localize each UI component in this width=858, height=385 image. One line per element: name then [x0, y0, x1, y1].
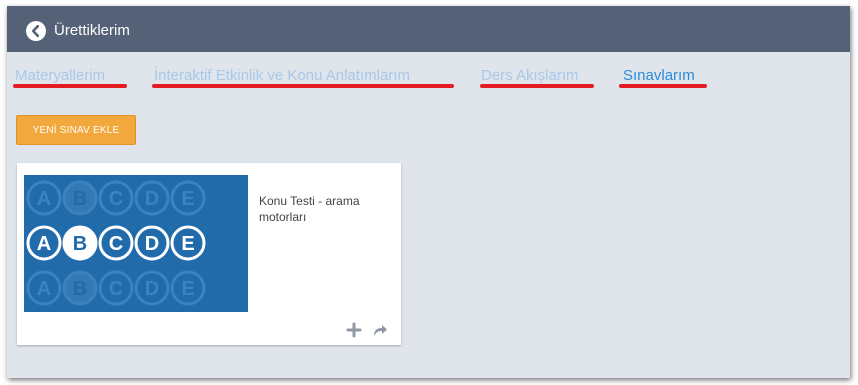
tab-ders-akislarim[interactable]: Ders Akışlarım — [481, 66, 579, 86]
answer-letter-e: E — [181, 188, 194, 210]
answer-letter-a: A — [37, 278, 51, 300]
tab-sinavlarim[interactable]: Sınavlarım — [623, 66, 695, 86]
plus-icon[interactable] — [345, 321, 363, 339]
answer-letter-c: C — [109, 188, 123, 210]
answer-letter-d: D — [145, 233, 159, 255]
tab-underline-interaktif — [152, 84, 454, 88]
multiple-choice-bubbles-icon: A B C D EA B C D EA B C D E — [26, 180, 206, 306]
exam-card[interactable]: ABCDEABCDEABCDE Konu Testi - arama motor… — [17, 163, 401, 345]
tab-interaktif-etkinlik[interactable]: İnteraktif Etkinlik ve Konu Anlatımlarım — [154, 66, 410, 86]
answer-letter-a: A — [37, 188, 51, 210]
add-exam-button[interactable]: YENİ SINAV EKLE — [16, 115, 136, 145]
answer-letter-e: E — [181, 278, 194, 300]
answer-letter-b: B — [73, 188, 87, 210]
answer-letter-a: A — [37, 233, 51, 255]
tab-underline-materyallerim — [13, 84, 127, 88]
share-arrow-icon[interactable] — [371, 321, 389, 339]
page-title: Ürettiklerim — [54, 22, 130, 39]
answer-letter-c: C — [109, 233, 123, 255]
tab-underline-sinavlarim — [619, 84, 707, 88]
answer-letter-b: B — [73, 278, 87, 300]
tab-materyallerim[interactable]: Materyallerim — [15, 66, 105, 86]
exam-title[interactable]: Konu Testi - arama motorları — [259, 193, 394, 225]
exam-thumbnail: ABCDEABCDEABCDE — [24, 175, 248, 312]
answer-letter-d: D — [145, 188, 159, 210]
answer-letter-b: B — [73, 233, 87, 255]
app-window: Ürettiklerim Materyallerim İnteraktif Et… — [7, 6, 850, 378]
tab-underline-ders-akislarim — [480, 84, 594, 88]
answer-letter-d: D — [145, 278, 159, 300]
answer-letter-e: E — [181, 233, 194, 255]
card-actions — [341, 321, 389, 339]
back-icon[interactable] — [26, 21, 46, 41]
answer-letter-c: C — [109, 278, 123, 300]
header-bar: Ürettiklerim — [7, 6, 850, 52]
